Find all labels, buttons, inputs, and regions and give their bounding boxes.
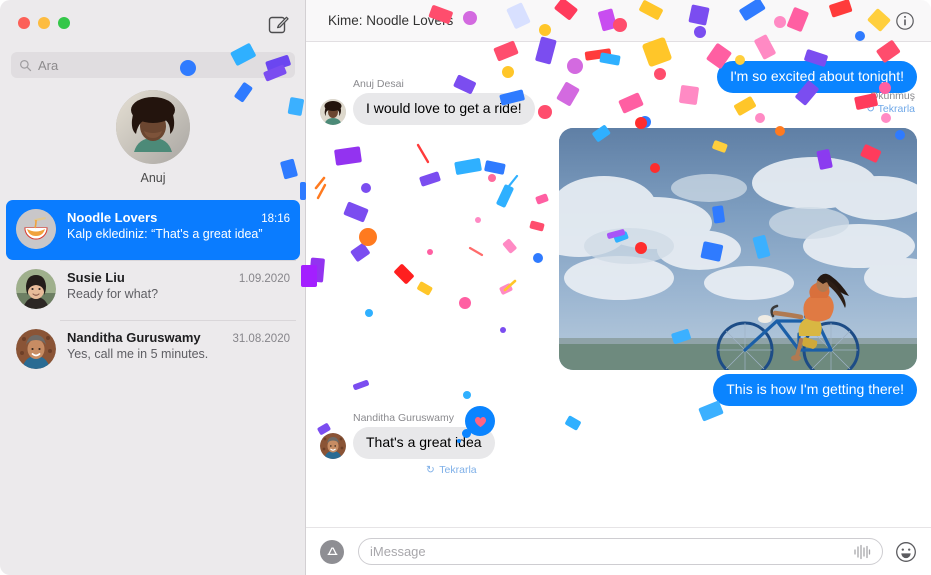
conversation-body: Susie Liu 1.09.2020 Ready for what? bbox=[67, 269, 290, 320]
message-bubble-outgoing[interactable]: I'm so excited about tonight! bbox=[717, 61, 917, 93]
replay-arrow-icon: ↻ bbox=[426, 464, 435, 476]
conversation-body: Nanditha Guruswamy 31.08.2020 Yes, call … bbox=[67, 329, 290, 380]
message-input-bar bbox=[306, 527, 931, 575]
nanditha-guruswamy-avatar bbox=[320, 432, 346, 459]
message-bubble-incoming[interactable]: I would love to get a ride! bbox=[353, 93, 535, 125]
search-icon bbox=[20, 59, 32, 71]
noodle-bowl-avatar bbox=[16, 209, 56, 249]
message-bubble-outgoing[interactable]: This is how I'm getting there! bbox=[713, 374, 917, 406]
conversation-time: 18:16 bbox=[261, 213, 290, 225]
replay-label: Tekrarla bbox=[877, 103, 915, 115]
replay-link-incoming[interactable]: ↻ Tekrarla bbox=[426, 460, 477, 478]
imessage-field[interactable] bbox=[358, 538, 883, 565]
conversation-header: Kime: Noodle Lovers bbox=[306, 0, 931, 42]
conversation-preview: Ready for what? bbox=[67, 287, 159, 301]
message-incoming-anuj: Anuj Desai I would love to get a ride! bbox=[320, 78, 535, 125]
conversation-body: Noodle Lovers 18:16 Kalp eklediniz: “Tha… bbox=[67, 209, 290, 260]
search-input[interactable] bbox=[38, 57, 287, 73]
conversation-preview: Kalp eklediniz: “That's a great idea” bbox=[67, 227, 263, 241]
titlebar bbox=[0, 0, 305, 46]
replay-link[interactable]: ↻ Tekrarla bbox=[866, 103, 915, 115]
app-store-icon[interactable] bbox=[320, 539, 344, 564]
message-outgoing-excited: I'm so excited about tonight! bbox=[717, 61, 917, 93]
message-outgoing-getting-there: This is how I'm getting there! bbox=[713, 374, 917, 406]
emoji-smiley-icon[interactable] bbox=[895, 541, 917, 563]
maximize-button[interactable] bbox=[58, 17, 70, 29]
nanditha-guruswamy-avatar bbox=[16, 329, 56, 369]
close-button[interactable] bbox=[18, 17, 30, 29]
heart-icon bbox=[474, 416, 486, 427]
anuj-desai-avatar bbox=[320, 98, 346, 125]
conversation-preview: Yes, call me in 5 minutes. bbox=[67, 347, 209, 361]
conversation-pane: Kime: Noodle Lovers Anuj Desai I would l… bbox=[306, 0, 931, 575]
page-title: Kime: Noodle Lovers bbox=[328, 13, 454, 28]
sidebar: Anuj Noodle Lovers bbox=[0, 0, 306, 575]
compose-pencil-square-icon[interactable] bbox=[267, 13, 289, 35]
contact-card-name: Anuj bbox=[140, 171, 166, 185]
imessage-input[interactable] bbox=[370, 544, 847, 559]
bicycle-rider-sky-photo[interactable] bbox=[559, 128, 917, 370]
conversation-list: Noodle Lovers 18:16 Kalp eklediniz: “Tha… bbox=[0, 200, 306, 575]
heart-reaction[interactable] bbox=[457, 406, 495, 443]
window-controls bbox=[18, 17, 70, 29]
sender-name: Anuj Desai bbox=[353, 78, 404, 90]
status-badge-read: Okunmuş bbox=[870, 90, 915, 102]
conversation-title: Susie Liu bbox=[67, 270, 125, 285]
conversation-title: Noodle Lovers bbox=[67, 210, 158, 225]
messages-window: Anuj Noodle Lovers bbox=[0, 0, 931, 575]
message-status-group: Okunmuş ↻ Tekrarla bbox=[866, 90, 915, 115]
conversation-row-nanditha-guruswamy[interactable]: Nanditha Guruswamy 31.08.2020 Yes, call … bbox=[6, 320, 300, 380]
audio-waveform-icon[interactable] bbox=[853, 544, 871, 560]
replay-arrow-icon: ↻ bbox=[866, 103, 875, 115]
search-field[interactable] bbox=[11, 52, 295, 78]
replay-label: Tekrarla bbox=[439, 464, 477, 476]
conversation-title: Nanditha Guruswamy bbox=[67, 330, 201, 345]
conversation-time: 31.08.2020 bbox=[232, 333, 290, 345]
anuj-avatar bbox=[116, 90, 190, 164]
susie-liu-avatar bbox=[16, 269, 56, 309]
conversation-row-noodle-lovers[interactable]: Noodle Lovers 18:16 Kalp eklediniz: “Tha… bbox=[6, 200, 300, 260]
contact-card[interactable]: Anuj bbox=[0, 90, 306, 185]
info-circle-icon[interactable] bbox=[895, 11, 915, 31]
minimize-button[interactable] bbox=[38, 17, 50, 29]
conversation-time: 1.09.2020 bbox=[238, 273, 290, 285]
conversation-row-susie-liu[interactable]: Susie Liu 1.09.2020 Ready for what? bbox=[6, 260, 300, 320]
message-list: Anuj Desai I would love to get a ride! I… bbox=[306, 42, 931, 527]
